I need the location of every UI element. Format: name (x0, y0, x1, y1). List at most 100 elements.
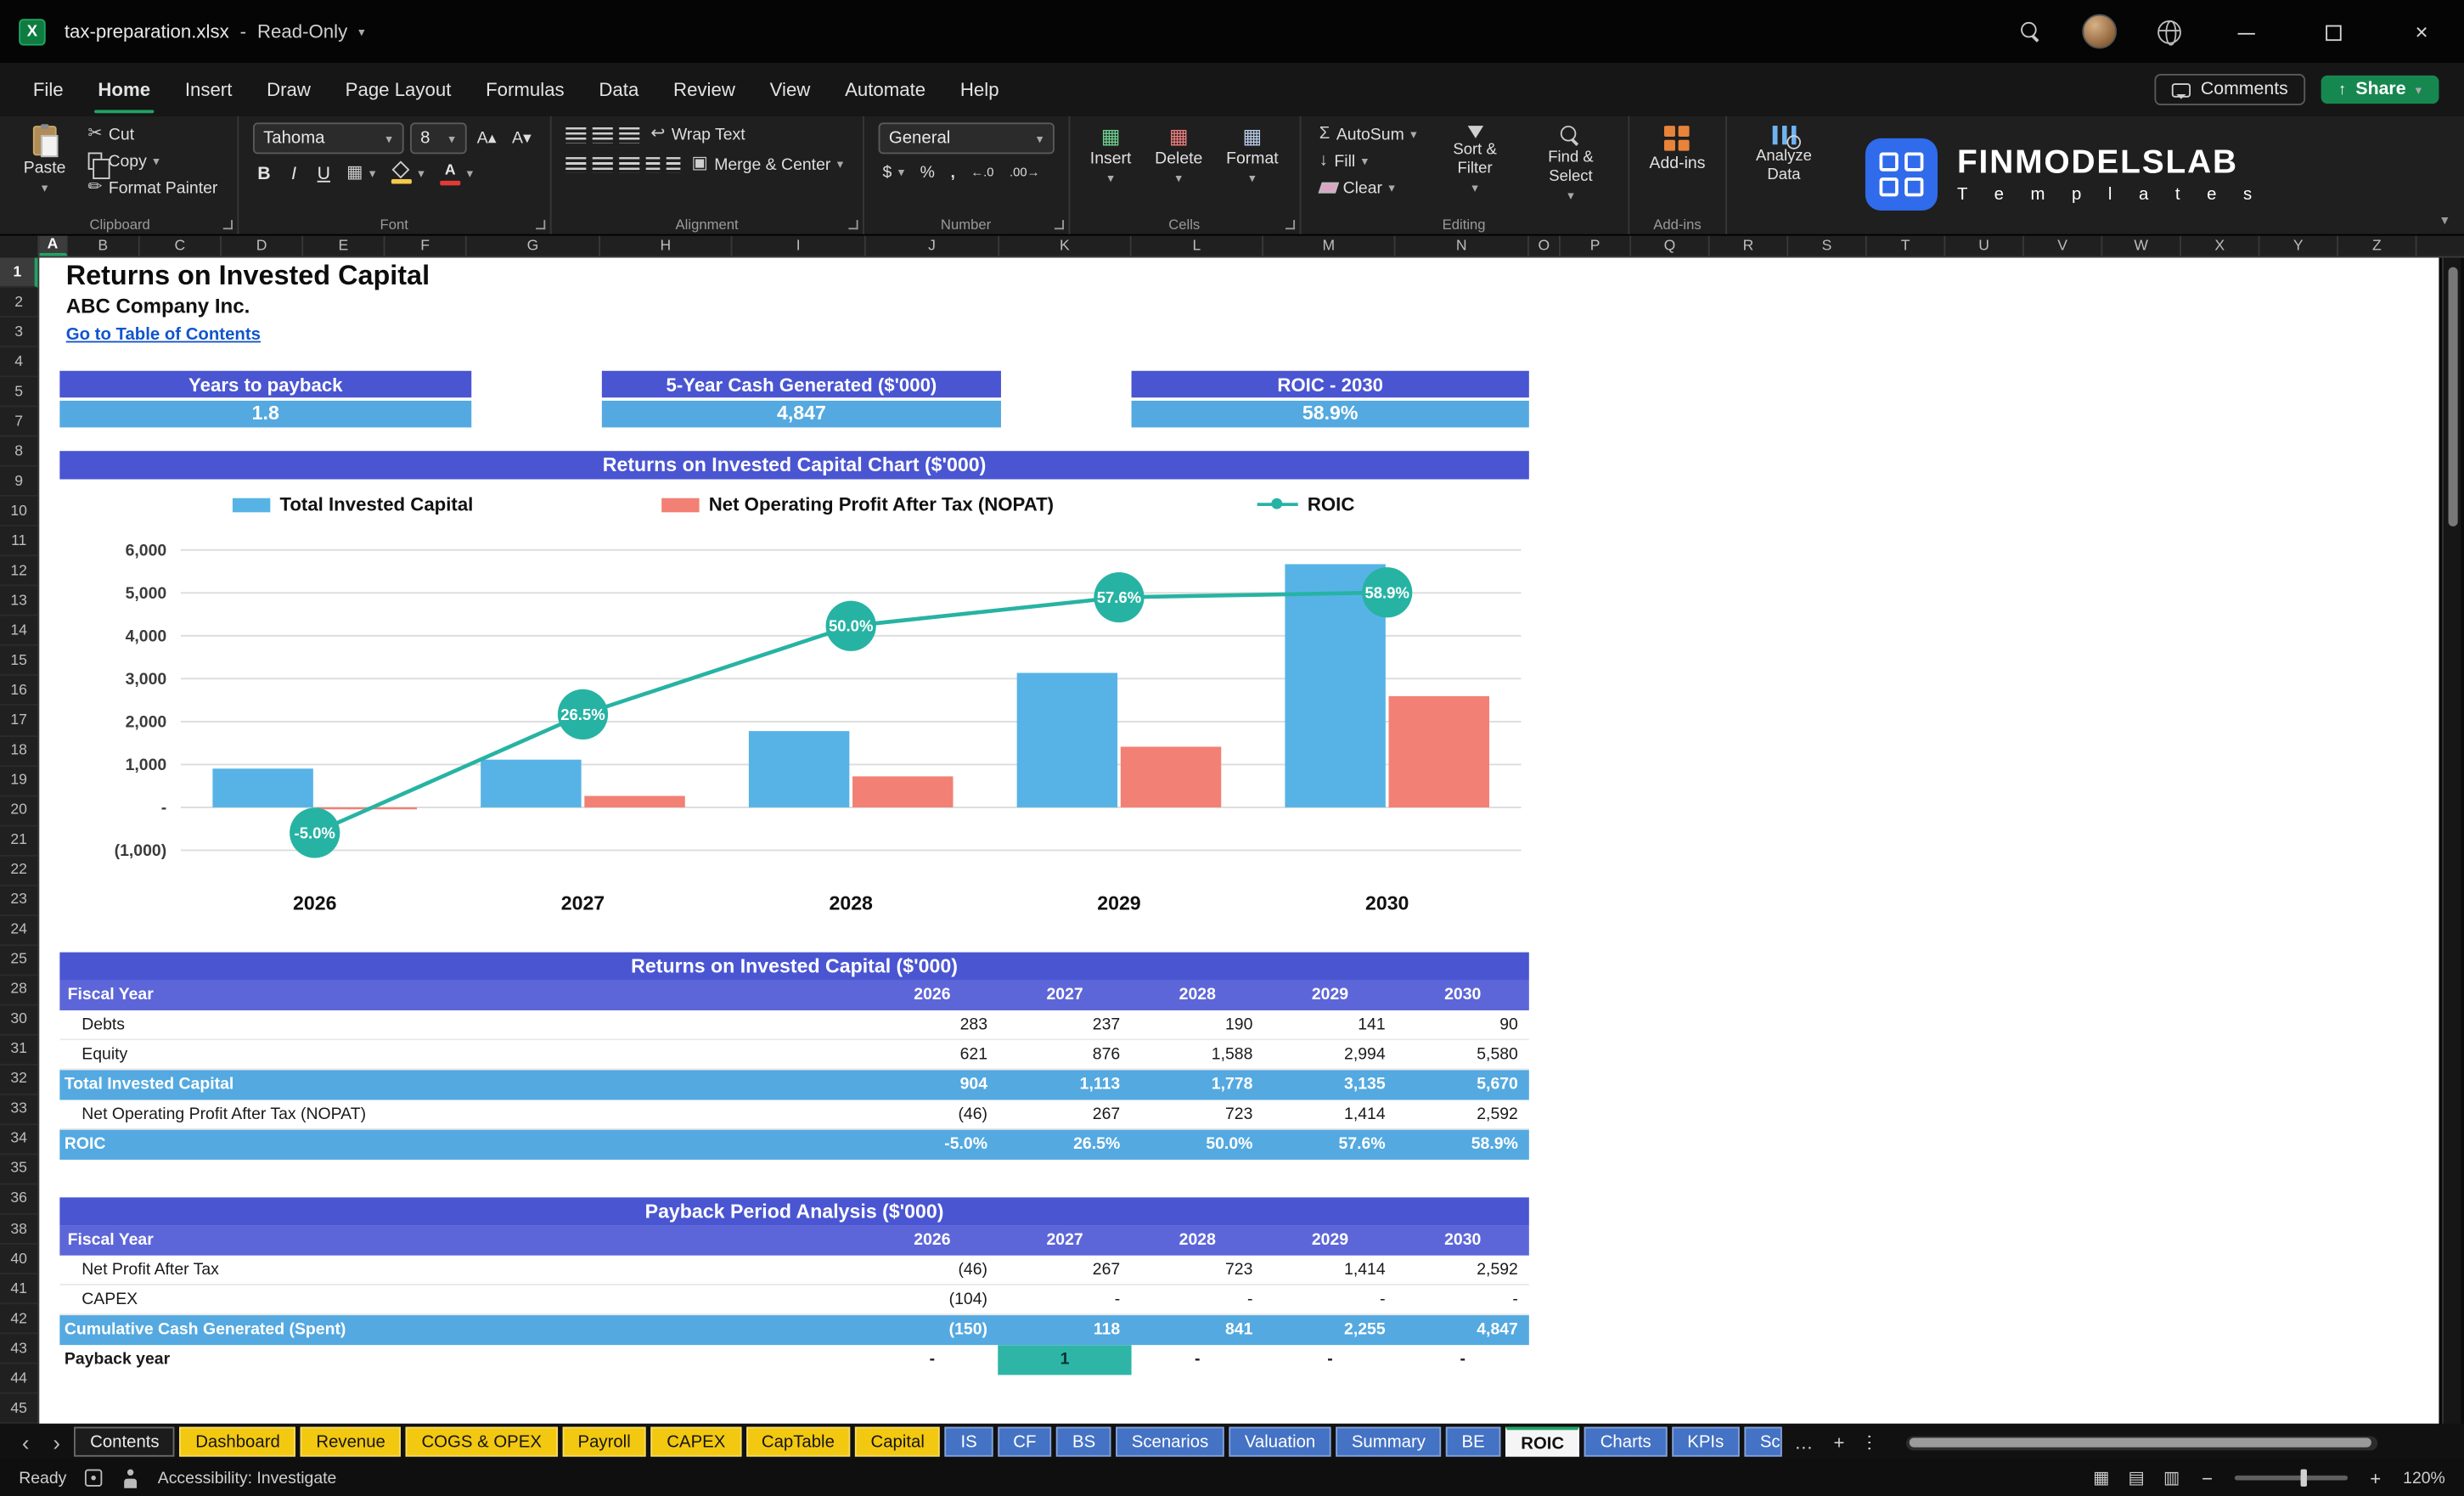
value-cell[interactable]: 1,414 (1263, 1256, 1396, 1285)
row-header-45[interactable]: 45 (0, 1394, 38, 1425)
select-all-corner[interactable] (0, 235, 40, 258)
column-header-c[interactable]: C (140, 235, 222, 256)
row-header-7[interactable]: 7 (0, 408, 38, 437)
value-cell[interactable]: 3,135 (1263, 1070, 1396, 1100)
normal-view-icon[interactable]: ▦ (2093, 1468, 2109, 1488)
row-header-33[interactable]: 33 (0, 1095, 38, 1125)
column-header-g[interactable]: G (467, 235, 601, 256)
year-cell-2027[interactable]: 2027 (999, 981, 1131, 1010)
year-cell-2029[interactable]: 2029 (1263, 1226, 1396, 1256)
sheet-options-button[interactable]: … (1864, 1425, 1886, 1459)
add-sheet-button[interactable]: + (1825, 1431, 1852, 1453)
value-cell[interactable]: 26.5% (999, 1130, 1131, 1160)
value-cell[interactable]: 2,592 (1397, 1256, 1529, 1285)
column-header-n[interactable]: N (1396, 235, 1529, 256)
row-header-5[interactable]: 5 (0, 377, 38, 408)
row-header-32[interactable]: 32 (0, 1066, 38, 1095)
accessibility-status[interactable]: Accessibility: Investigate (158, 1469, 337, 1488)
copy-button[interactable]: Copy ▾ (83, 149, 222, 179)
avatar[interactable] (2082, 14, 2118, 49)
increase-font-button[interactable]: A▴ (472, 127, 501, 150)
macro-record-icon[interactable] (85, 1469, 103, 1487)
kpi-label-roic-2030[interactable]: ROIC - 2030 (1131, 370, 1529, 398)
cut-button[interactable]: ✂ Cut (83, 122, 222, 146)
value-cell[interactable]: 1 (998, 1345, 1132, 1375)
row-header-28[interactable]: 28 (0, 976, 38, 1006)
column-header-b[interactable]: B (68, 235, 140, 256)
sheet-tab-summary[interactable]: Summary (1336, 1426, 1442, 1457)
sheet-tab-valuation[interactable]: Valuation (1229, 1426, 1331, 1457)
sheet-tab-contents[interactable]: Contents (74, 1426, 176, 1457)
row-header-17[interactable]: 17 (0, 706, 38, 737)
row-header-18[interactable]: 18 (0, 736, 38, 767)
vertical-scrollbar[interactable] (2442, 257, 2461, 1424)
share-button[interactable]: ↑ Share ▾ (2321, 75, 2439, 104)
sheet-tab-kpis[interactable]: KPIs (1671, 1426, 1740, 1457)
row-header-10[interactable]: 10 (0, 497, 38, 527)
column-header-v[interactable]: V (2024, 235, 2103, 256)
legend-item-nopat[interactable]: Net Operating Profit After Tax (NOPAT) (661, 493, 1054, 515)
maximize-button[interactable] (2310, 0, 2358, 63)
italic-button[interactable]: I (282, 164, 306, 183)
bold-button[interactable]: B (252, 164, 276, 183)
row-header-43[interactable]: 43 (0, 1335, 38, 1364)
roic-chart-svg[interactable]: 6,000 5,000 4,000 3,000 2,000 1,000 - (1,000) -5… (94, 537, 1529, 927)
value-cell[interactable]: - (1397, 1285, 1529, 1315)
row-header-9[interactable]: 9 (0, 467, 38, 498)
format-painter-button[interactable]: ✏ Format Painter (83, 176, 222, 200)
row-header-35[interactable]: 35 (0, 1155, 38, 1185)
table-of-contents-link[interactable]: Go to Table of Contents (66, 325, 261, 344)
value-cell[interactable]: 90 (1397, 1010, 1529, 1040)
percent-style-button[interactable]: % (915, 160, 939, 184)
row-label-capex[interactable]: CAPEX (59, 1285, 865, 1315)
delete-cells-button[interactable]: ▦ Delete ▾ (1149, 122, 1209, 188)
zoom-level[interactable]: 120% (2403, 1469, 2445, 1488)
align-middle-icon[interactable] (592, 126, 613, 143)
format-cells-button[interactable]: ▦ Format ▾ (1220, 122, 1285, 188)
sheet-tab-captable[interactable]: CapTable (745, 1426, 851, 1457)
year-cell-2026[interactable]: 2026 (866, 981, 999, 1010)
column-header-r[interactable]: R (1710, 235, 1789, 256)
row-label-payback-year[interactable]: Payback year (59, 1345, 865, 1375)
zoom-out-button[interactable]: − (2198, 1467, 2215, 1489)
row-header-13[interactable]: 13 (0, 587, 38, 617)
sort-filter-button[interactable]: Sort & Filter ▾ (1432, 122, 1517, 198)
sheet-tab-bs[interactable]: BS (1056, 1426, 1111, 1457)
value-cell[interactable]: - (1263, 1345, 1396, 1375)
align-left-icon[interactable] (565, 156, 587, 172)
row-header-12[interactable]: 12 (0, 557, 38, 587)
value-cell[interactable]: 2,592 (1397, 1100, 1529, 1130)
row-header-14[interactable]: 14 (0, 616, 38, 647)
menu-tab-home[interactable]: Home (81, 63, 167, 116)
paste-button[interactable]: Paste ▾ (17, 122, 72, 198)
column-header-w[interactable]: W (2102, 235, 2181, 256)
value-cell[interactable]: 841 (1131, 1315, 1263, 1345)
table-title-payback-period-analysis-000[interactable]: Payback Period Analysis ($'000) (59, 1197, 1529, 1226)
row-header-30[interactable]: 30 (0, 1005, 38, 1036)
borders-button[interactable]: ▦ ▾ (342, 163, 380, 185)
column-header-u[interactable]: U (1945, 235, 2024, 256)
find-select-button[interactable]: Find & Select ▾ (1528, 122, 1613, 205)
vertical-scrollbar-thumb[interactable] (2448, 267, 2458, 527)
year-cell-2030[interactable]: 2030 (1397, 1226, 1529, 1256)
row-label-total-invested-capital[interactable]: Total Invested Capital (59, 1070, 865, 1100)
menu-tab-review[interactable]: Review (656, 63, 753, 116)
value-cell[interactable]: - (1131, 1285, 1263, 1315)
legend-item-roic[interactable]: ROIC (1257, 493, 1354, 515)
ribbon-collapse-chevron[interactable]: ▾ (2441, 212, 2448, 229)
menu-tab-page-layout[interactable]: Page Layout (328, 63, 468, 116)
page-break-view-icon[interactable]: ▥ (2163, 1468, 2180, 1488)
row-header-44[interactable]: 44 (0, 1364, 38, 1395)
search-icon[interactable] (2021, 20, 2041, 42)
fill-color-button[interactable]: ▾ (386, 161, 429, 187)
kpi-label-years-to-payback[interactable]: Years to payback (59, 370, 472, 398)
kpi-value-years-to-payback[interactable]: 1.8 (59, 400, 472, 428)
comma-style-button[interactable]: , (946, 160, 960, 184)
value-cell[interactable]: (46) (866, 1256, 999, 1285)
value-cell[interactable]: 50.0% (1131, 1130, 1263, 1160)
comments-button[interactable]: Comments (2155, 73, 2306, 106)
value-cell[interactable]: - (1263, 1285, 1396, 1315)
value-cell[interactable]: 723 (1131, 1100, 1263, 1130)
sheet-tab-scenarios[interactable]: Scenarios (1116, 1426, 1224, 1457)
value-cell[interactable]: 4,847 (1397, 1315, 1529, 1345)
